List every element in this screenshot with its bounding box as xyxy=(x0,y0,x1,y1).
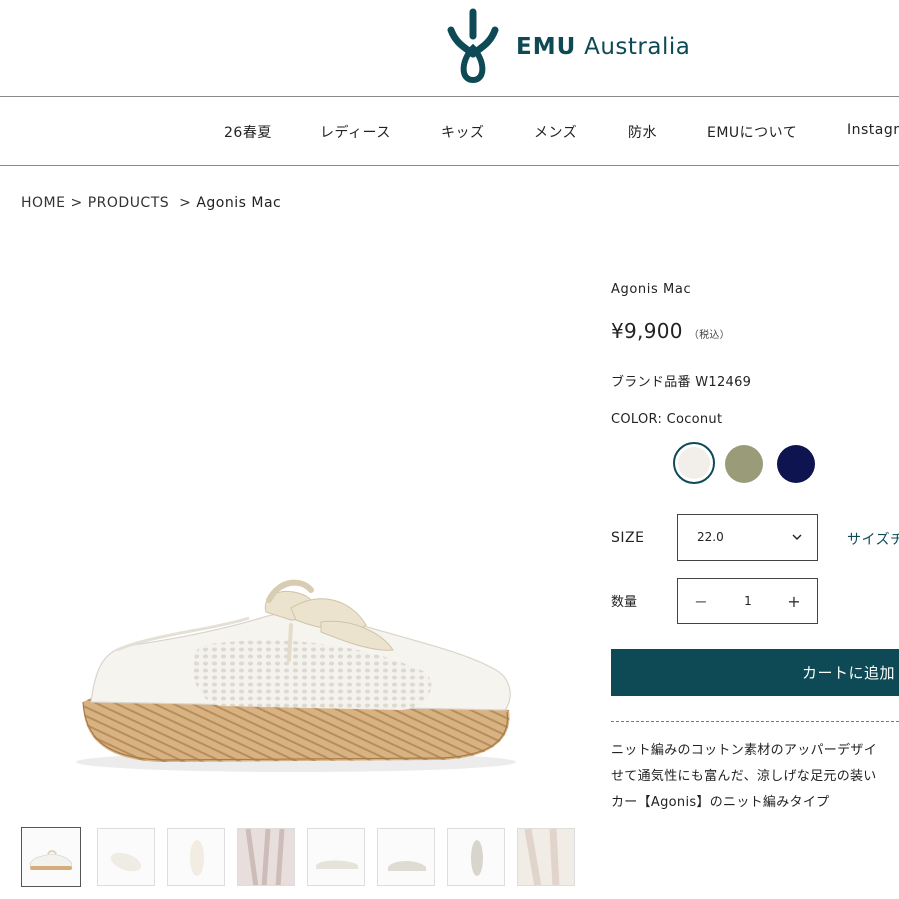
breadcrumb-products[interactable]: PRODUCTS xyxy=(88,195,169,211)
breadcrumb-current: Agonis Mac xyxy=(196,195,282,211)
emu-logo-icon xyxy=(447,8,499,84)
quantity-minus-button[interactable]: − xyxy=(678,579,724,623)
thumbnail-lifestyle-icon xyxy=(238,829,294,885)
tax-note: （税込） xyxy=(688,330,730,341)
size-chart-link[interactable]: サイズチ xyxy=(847,529,899,549)
thumbnail-6[interactable] xyxy=(377,828,435,886)
thumbnail-7[interactable] xyxy=(447,828,505,886)
size-label: SIZE xyxy=(611,530,645,546)
product-price-row: ¥9,900 （税込） xyxy=(611,319,730,343)
shoe-image xyxy=(76,579,516,772)
dashed-divider xyxy=(611,721,899,722)
color-swatch-coconut[interactable] xyxy=(673,442,715,484)
description-line: ニット編みのコットン素材のアッパーデザイ xyxy=(611,743,878,758)
swatch-fill xyxy=(725,445,763,483)
nav-item-ladies[interactable]: レディース xyxy=(320,122,391,142)
breadcrumb-separator: > xyxy=(70,195,83,211)
add-to-cart-button[interactable]: カートに追加 xyxy=(611,649,899,696)
quantity-stepper: − 1 + xyxy=(677,578,818,624)
site-header: EMU Australia xyxy=(0,0,899,97)
thumbnail-3[interactable] xyxy=(167,828,225,886)
thumbnail-1[interactable] xyxy=(21,827,81,887)
product-name: Agonis Mac xyxy=(611,282,692,297)
nav-item-instagram[interactable]: Instagra xyxy=(847,122,899,138)
color-swatch-navy[interactable] xyxy=(777,445,815,483)
swatch-fill xyxy=(777,445,815,483)
product-description: ニット編みのコットン素材のアッパーデザイ せて通気性にも富んだ、涼しげな足元の装… xyxy=(611,738,899,816)
nav-item-about[interactable]: EMUについて xyxy=(707,122,797,142)
nav-item-waterproof[interactable]: 防水 xyxy=(628,122,657,142)
quantity-plus-button[interactable]: + xyxy=(771,579,817,623)
breadcrumb-home[interactable]: HOME xyxy=(21,195,65,211)
thumbnail-lifestyle-icon xyxy=(518,829,574,885)
swatch-fill xyxy=(678,447,710,479)
breadcrumb-separator: > xyxy=(179,195,192,211)
thumbnail-sole-icon xyxy=(471,840,483,876)
description-line: カー【Agonis】のニット編みタイプ xyxy=(611,795,830,810)
logo-wordmark: EMU Australia xyxy=(516,34,690,60)
quantity-label: 数量 xyxy=(611,595,638,610)
size-value: 22.0 xyxy=(697,530,724,544)
thumbnail-shoe-icon xyxy=(388,861,426,871)
thumbnail-shoe-icon xyxy=(316,860,358,869)
logo-brand: EMU xyxy=(516,34,577,60)
thumbnail-5[interactable] xyxy=(307,828,365,886)
thumbnail-shoe-icon xyxy=(110,852,142,872)
product-sku: ブランド品番 W12469 xyxy=(611,375,752,390)
size-select[interactable]: 22.0 xyxy=(677,514,818,561)
chevron-down-icon xyxy=(792,534,802,540)
thumbnail-shoe-icon xyxy=(29,850,73,870)
quantity-value[interactable]: 1 xyxy=(724,579,772,623)
thumbnail-shoe-icon xyxy=(190,840,204,876)
nav-item-kids[interactable]: キッズ xyxy=(441,122,485,142)
logo-suffix: Australia xyxy=(584,34,691,60)
color-label: COLOR: Coconut xyxy=(611,412,723,427)
emu-logo[interactable]: EMU Australia xyxy=(446,8,690,84)
thumbnail-4[interactable] xyxy=(237,828,295,886)
thumbnail-8[interactable] xyxy=(517,828,575,886)
nav-item-26ss[interactable]: 26春夏 xyxy=(224,122,272,142)
main-nav: 26春夏 レディース キッズ メンズ 防水 EMUについて Instagra xyxy=(0,97,899,166)
color-swatch-olive[interactable] xyxy=(725,445,763,483)
nav-item-mens[interactable]: メンズ xyxy=(534,122,577,142)
product-price: ¥9,900 xyxy=(611,319,683,343)
product-main-image[interactable] xyxy=(21,240,566,810)
thumbnail-2[interactable] xyxy=(97,828,155,886)
description-line: せて通気性にも富んだ、涼しげな足元の装い xyxy=(611,769,877,784)
breadcrumb: HOME > PRODUCTS > Agonis Mac xyxy=(21,195,281,211)
